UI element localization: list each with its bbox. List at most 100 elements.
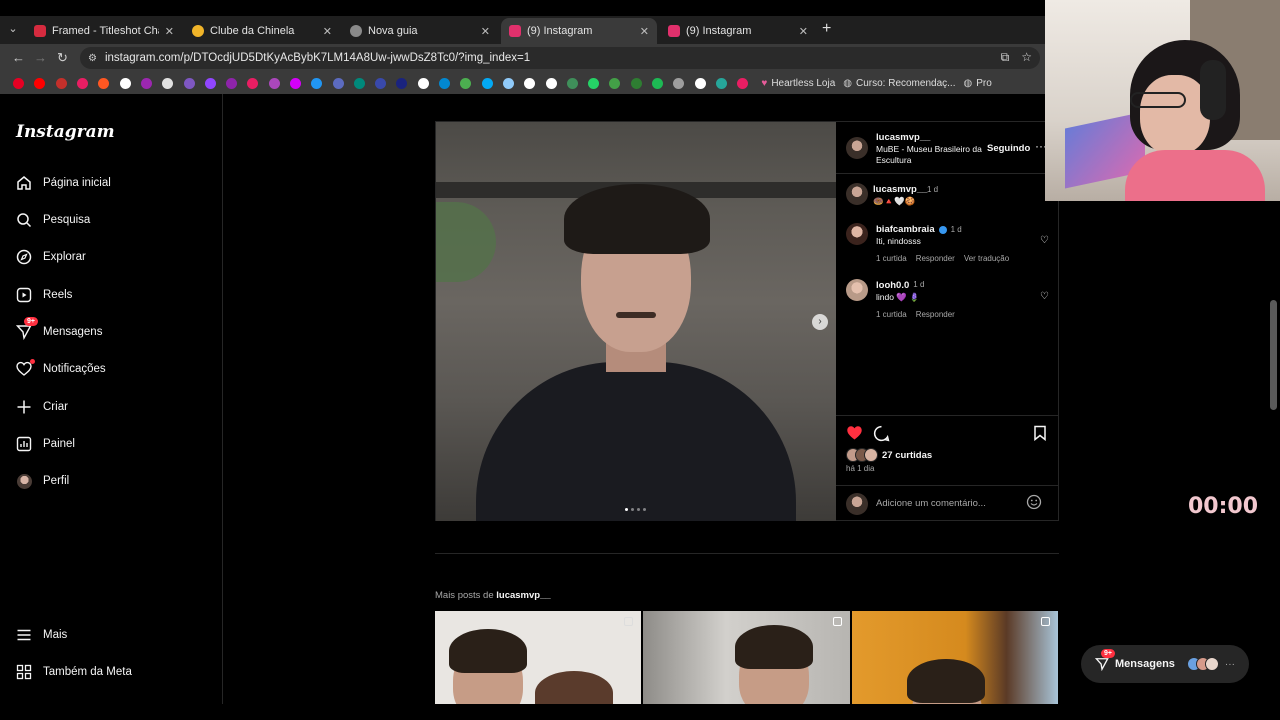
comment-like-heart-icon[interactable]: ♡	[1040, 291, 1049, 302]
bookmark-favicon-icon[interactable]	[51, 77, 72, 89]
back-arrow-icon[interactable]: ←	[12, 50, 25, 65]
site-info-icon[interactable]: ⚙	[88, 53, 97, 64]
nav-notifications[interactable]: Notificações	[16, 359, 106, 377]
tab-framed[interactable]: Framed - Titleshot Challenge ✕	[26, 18, 182, 44]
tab-clube-da-chinela[interactable]: Clube da Chinela ✕	[184, 18, 340, 44]
tab-instagram-active[interactable]: (9) Instagram ✕	[501, 18, 657, 44]
tab-instagram[interactable]: (9) Instagram ✕	[660, 18, 816, 44]
url-omnibox[interactable]: ⚙ instagram.com/p/DTOcdjUD5DtKyAcBybK7LM…	[80, 47, 1040, 69]
bookmark-item[interactable]: ♥ Heartless Loja	[761, 78, 835, 89]
bookmark-favicon-icon[interactable]	[455, 77, 476, 89]
close-icon[interactable]: ✕	[165, 25, 174, 38]
close-icon[interactable]: ✕	[640, 25, 649, 38]
comment-bubble-icon[interactable]	[873, 425, 890, 445]
comment-username[interactable]: looh0.0	[876, 280, 909, 291]
comment-likes[interactable]: 1 curtida	[876, 310, 907, 319]
nav-more[interactable]: Mais	[16, 627, 67, 643]
bookmark-favicon-icon[interactable]	[519, 77, 540, 89]
reply-button[interactable]: Responder	[916, 254, 955, 263]
url-text[interactable]: instagram.com/p/DTOcdjUD5DtKyAcBybK7LM14…	[105, 52, 530, 64]
bookmark-star-icon[interactable]: ☆	[1021, 50, 1032, 65]
comment-likes[interactable]: 1 curtida	[876, 254, 907, 263]
bookmark-favicon-icon[interactable]	[711, 77, 732, 89]
bookmark-item[interactable]: ◍ Pro	[963, 78, 991, 89]
bookmark-favicon-icon[interactable]	[242, 77, 263, 89]
bookmark-favicon-icon[interactable]	[732, 77, 753, 89]
open-in-app-icon[interactable]: ⧉	[1001, 50, 1010, 65]
forward-arrow-icon[interactable]: →	[34, 50, 47, 65]
nav-explore[interactable]: Explorar	[16, 249, 86, 265]
bookmark-favicon-icon[interactable]	[178, 77, 199, 89]
posted-time[interactable]: há 1 dia	[846, 464, 874, 473]
bookmark-favicon-icon[interactable]	[690, 77, 711, 89]
bookmark-favicon-icon[interactable]	[29, 77, 50, 89]
save-bookmark-icon[interactable]	[1033, 425, 1047, 444]
bookmark-favicon-icon[interactable]	[668, 77, 689, 89]
bookmark-favicon-icon[interactable]	[327, 77, 348, 89]
bookmark-favicon-icon[interactable]	[583, 77, 604, 89]
new-tab-plus-icon[interactable]: +	[822, 20, 831, 38]
close-icon[interactable]: ✕	[799, 25, 808, 38]
bookmark-favicon-icon[interactable]	[114, 77, 135, 89]
bookmark-favicon-icon[interactable]	[626, 77, 647, 89]
grid-post[interactable]	[851, 611, 1058, 704]
bookmark-item[interactable]: ◍ Curso: Recomendaç...	[843, 78, 955, 89]
comment-avatar[interactable]	[846, 223, 868, 245]
bookmark-favicon-icon[interactable]	[285, 77, 306, 89]
bookmark-favicon-icon[interactable]	[72, 77, 93, 89]
see-translation-button[interactable]: Ver tradução	[964, 254, 1009, 263]
nav-dashboard[interactable]: Painel	[16, 436, 75, 452]
bookmark-favicon-icon[interactable]	[562, 77, 583, 89]
liked-by-avatars[interactable]	[846, 448, 878, 462]
grid-post[interactable]	[435, 611, 642, 704]
likes-count[interactable]: 27 curtidas	[882, 450, 932, 461]
bookmark-favicon-icon[interactable]	[349, 77, 370, 89]
bookmark-favicon-icon[interactable]	[8, 77, 29, 89]
bookmark-favicon-icon[interactable]	[93, 77, 114, 89]
nav-search[interactable]: Pesquisa	[16, 212, 90, 228]
author-avatar[interactable]	[846, 137, 868, 159]
caption-avatar[interactable]	[846, 183, 868, 205]
reply-button[interactable]: Responder	[916, 310, 955, 319]
comment-like-heart-icon[interactable]: ♡	[1040, 235, 1049, 246]
bookmark-favicon-icon[interactable]	[391, 77, 412, 89]
grid-post[interactable]	[643, 611, 850, 704]
comment-input[interactable]: Adicione um comentário...	[876, 498, 986, 509]
close-icon[interactable]: ✕	[323, 25, 332, 38]
tab-search-icon[interactable]: ⌄	[4, 20, 22, 38]
author-username[interactable]: lucasmvp__	[876, 132, 930, 143]
bookmark-favicon-icon[interactable]	[136, 77, 157, 89]
following-button[interactable]: Seguindo	[987, 143, 1030, 154]
bookmark-favicon-icon[interactable]	[434, 77, 455, 89]
bookmark-favicon-icon[interactable]	[413, 77, 434, 89]
bookmark-favicon-icon[interactable]	[221, 77, 242, 89]
caption-username[interactable]: lucasmvp__	[873, 184, 927, 195]
like-heart-filled-icon[interactable]	[846, 425, 863, 444]
bookmark-favicon-icon[interactable]	[200, 77, 221, 89]
bookmark-favicon-icon[interactable]	[647, 77, 668, 89]
bookmark-favicon-icon[interactable]	[498, 77, 519, 89]
nav-also-from-meta[interactable]: Também da Meta	[16, 664, 132, 680]
close-icon[interactable]: ✕	[481, 25, 490, 38]
reload-icon[interactable]: ↻	[57, 50, 68, 66]
post-location[interactable]: MuBE - Museu Brasileiro da Escultura	[876, 144, 986, 166]
nav-profile[interactable]: Perfil	[16, 473, 69, 489]
bookmark-favicon-icon[interactable]	[477, 77, 498, 89]
more-posts-username[interactable]: lucasmvp__	[496, 590, 550, 601]
bookmark-favicon-icon[interactable]	[157, 77, 178, 89]
comment-username[interactable]: biafcambraia	[876, 224, 935, 235]
bookmark-favicon-icon[interactable]	[264, 77, 285, 89]
bookmark-favicon-icon[interactable]	[370, 77, 391, 89]
page-scrollbar[interactable]	[1270, 300, 1277, 410]
messages-floating-button[interactable]: 9+ Mensagens ···	[1081, 645, 1249, 683]
instagram-logo[interactable]: Instagram	[16, 122, 115, 142]
nav-messages[interactable]: 9+ Mensagens	[16, 317, 102, 340]
carousel-next-icon[interactable]: ›	[812, 314, 828, 330]
nav-create[interactable]: Criar	[16, 399, 68, 415]
bookmark-favicon-icon[interactable]	[540, 77, 561, 89]
tab-nova-guia[interactable]: Nova guia ✕	[342, 18, 498, 44]
bookmark-favicon-icon[interactable]	[604, 77, 625, 89]
nav-home[interactable]: Página inicial	[16, 175, 111, 191]
post-photo[interactable]: ›	[436, 122, 836, 521]
emoji-picker-icon[interactable]	[1026, 494, 1042, 513]
